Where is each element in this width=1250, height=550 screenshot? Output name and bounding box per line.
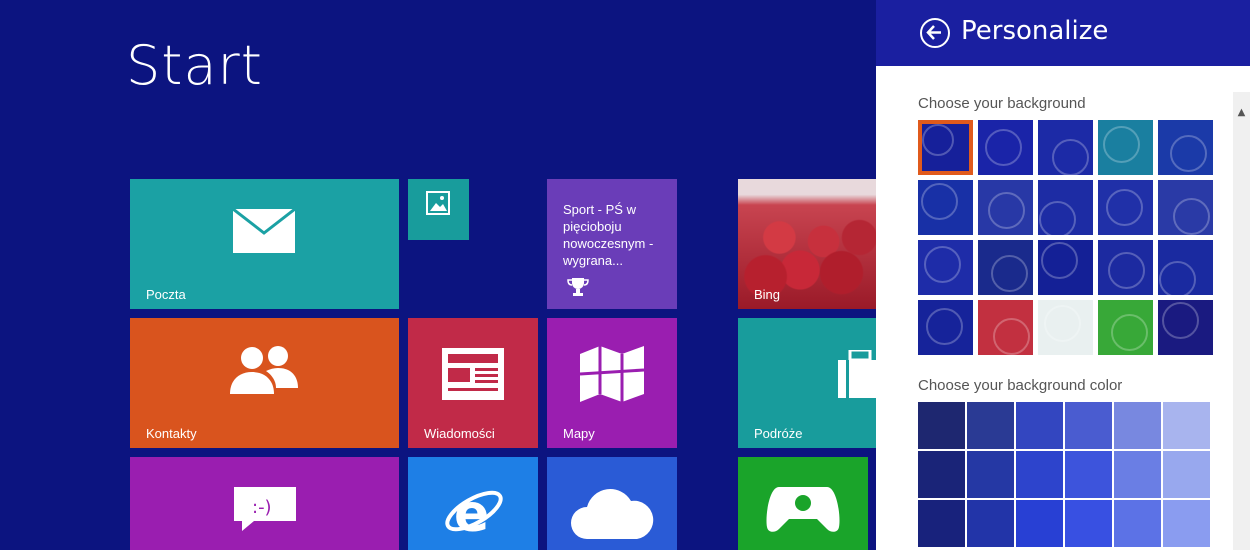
- back-arrow-icon: [926, 25, 941, 40]
- ie-tile[interactable]: e: [408, 457, 538, 550]
- gamepad-icon: [765, 483, 841, 537]
- bing-tile[interactable]: Bing: [738, 179, 876, 309]
- svg-text:e: e: [454, 484, 489, 543]
- news-tile[interactable]: Wiadomości: [408, 318, 538, 448]
- bing-tile-label: Bing: [754, 287, 781, 302]
- background-option[interactable]: [1038, 180, 1093, 235]
- games-tile[interactable]: [738, 457, 868, 550]
- trophy-icon: [567, 277, 589, 301]
- newspaper-icon: [442, 348, 504, 404]
- suitcase-icon: [838, 348, 876, 402]
- background-option[interactable]: [978, 120, 1033, 175]
- photos-tile[interactable]: [408, 179, 469, 240]
- maps-tile[interactable]: Mapy: [547, 318, 677, 448]
- contacts-tile[interactable]: Kontakty: [130, 318, 399, 448]
- background-option[interactable]: [978, 240, 1033, 295]
- background-option[interactable]: [1158, 300, 1213, 355]
- background-option[interactable]: [1158, 180, 1213, 235]
- panel-scrollbar[interactable]: [1233, 92, 1250, 550]
- photo-icon: [426, 191, 450, 219]
- background-option[interactable]: [918, 180, 973, 235]
- sport-headline: Sport - PŚ w pięcioboju nowoczesnym - wy…: [563, 202, 654, 268]
- color-swatch[interactable]: [1163, 402, 1210, 449]
- color-swatch[interactable]: [1016, 500, 1063, 547]
- background-section-title: Choose your background: [918, 95, 1086, 112]
- travel-tile[interactable]: Podróże: [738, 318, 876, 448]
- color-swatch[interactable]: [1065, 402, 1112, 449]
- mail-tile[interactable]: Poczta: [130, 179, 399, 309]
- color-section-title: Choose your background color: [918, 377, 1123, 394]
- travel-tile-label: Podróże: [754, 426, 803, 441]
- color-swatch[interactable]: [918, 500, 965, 547]
- messaging-tile[interactable]: :-): [130, 457, 399, 550]
- background-option[interactable]: [978, 300, 1033, 355]
- onedrive-tile[interactable]: [547, 457, 677, 550]
- messaging-icon: :-): [234, 487, 296, 535]
- background-option[interactable]: [918, 300, 973, 355]
- color-swatch[interactable]: [1114, 451, 1161, 498]
- mail-icon: [232, 207, 296, 257]
- panel-title: Personalize: [961, 16, 1109, 46]
- background-option[interactable]: [918, 120, 973, 175]
- color-swatch[interactable]: [918, 451, 965, 498]
- color-swatch[interactable]: [918, 402, 965, 449]
- mail-tile-label: Poczta: [146, 287, 186, 302]
- color-swatch[interactable]: [1114, 500, 1161, 547]
- maps-tile-label: Mapy: [563, 426, 595, 441]
- color-swatch[interactable]: [1016, 451, 1063, 498]
- background-option[interactable]: [918, 240, 973, 295]
- background-option[interactable]: [1098, 300, 1153, 355]
- background-option[interactable]: [978, 180, 1033, 235]
- sport-tile[interactable]: Sport - PŚ w pięcioboju nowoczesnym - wy…: [547, 179, 677, 309]
- background-option[interactable]: [1038, 120, 1093, 175]
- internet-explorer-icon: e: [442, 479, 506, 547]
- back-button[interactable]: [920, 18, 950, 48]
- background-option[interactable]: [1038, 240, 1093, 295]
- scroll-up-arrow-icon[interactable]: ▲: [1233, 104, 1250, 122]
- map-icon: [579, 346, 645, 406]
- color-swatch[interactable]: [967, 402, 1014, 449]
- color-swatch[interactable]: [967, 500, 1014, 547]
- news-tile-label: Wiadomości: [424, 426, 495, 441]
- color-swatch[interactable]: [967, 451, 1014, 498]
- cloud-icon: [569, 487, 655, 543]
- background-option[interactable]: [1038, 300, 1093, 355]
- background-option[interactable]: [1098, 180, 1153, 235]
- svg-text::-): :-): [252, 497, 272, 518]
- background-option[interactable]: [1158, 120, 1213, 175]
- panel-header: Personalize: [876, 0, 1250, 66]
- contacts-tile-label: Kontakty: [146, 426, 197, 441]
- color-swatch[interactable]: [1163, 500, 1210, 547]
- background-option[interactable]: [1098, 240, 1153, 295]
- start-title: Start: [126, 34, 263, 97]
- color-swatch[interactable]: [1114, 402, 1161, 449]
- background-option[interactable]: [1158, 240, 1213, 295]
- background-option[interactable]: [1098, 120, 1153, 175]
- color-swatch[interactable]: [1016, 402, 1063, 449]
- color-swatch[interactable]: [1065, 451, 1112, 498]
- personalize-panel: Personalize Choose your background Choos…: [876, 0, 1250, 550]
- color-swatch[interactable]: [1065, 500, 1112, 547]
- color-swatch[interactable]: [1163, 451, 1210, 498]
- background-grid: [918, 120, 1213, 355]
- color-grid: [918, 402, 1210, 547]
- people-icon: [228, 344, 300, 400]
